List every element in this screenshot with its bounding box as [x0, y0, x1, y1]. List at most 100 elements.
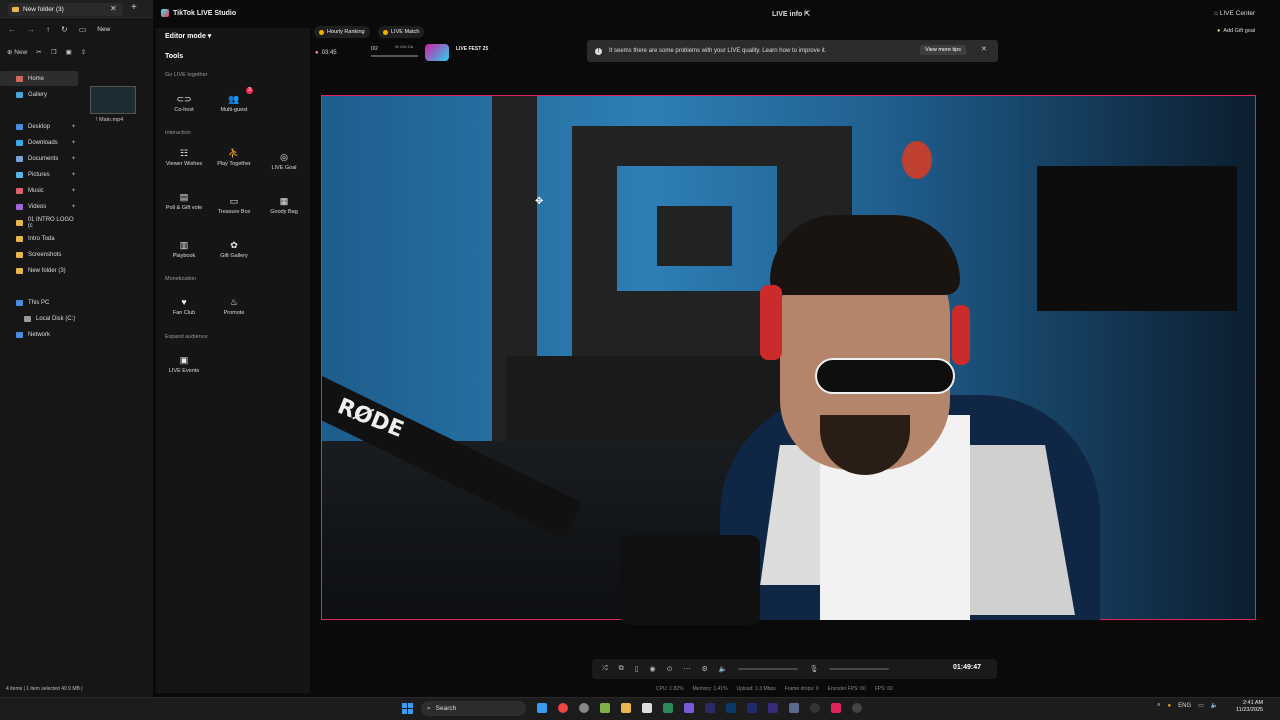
goody-bag-button[interactable]: ▦ Goody Bag	[261, 196, 307, 216]
mic-volume-slider[interactable]	[829, 668, 890, 670]
transition-icon[interactable]: ⤮	[602, 665, 608, 673]
hourly-ranking-pill[interactable]: Hourly Ranking	[314, 26, 370, 38]
forward-icon[interactable]: →	[27, 25, 35, 34]
paste-icon[interactable]: ▣	[66, 48, 72, 56]
back-icon[interactable]: ←	[8, 25, 16, 34]
refresh-icon[interactable]: ↻	[61, 25, 68, 34]
play-together-button[interactable]: ⛹ Play Together	[211, 148, 257, 168]
record-icon[interactable]: ◉	[649, 665, 655, 673]
taskbar-clock[interactable]: 2:41 AM 11/23/2025	[1236, 700, 1263, 714]
taskbar-search[interactable]: ⌕ Search	[421, 701, 526, 716]
volume-icon[interactable]: 🔈	[1211, 702, 1218, 709]
gift-gallery-button[interactable]: ✿ Gift Gallery	[211, 240, 257, 260]
close-tab-icon[interactable]: ✕	[110, 4, 117, 13]
pin-icon: ✦	[70, 204, 76, 210]
sidebar-item-label: Documents	[28, 155, 59, 162]
video-thumbnail[interactable]	[90, 86, 136, 114]
cut-icon[interactable]: ✂	[36, 48, 41, 56]
playbook-label: Playbook	[172, 253, 196, 260]
phone-icon[interactable]: ▯	[635, 665, 639, 673]
treasure-box-button[interactable]: ▭ Treasure Box	[211, 196, 257, 216]
add-gift-goal-button[interactable]: ● Add Gift goal	[1217, 28, 1255, 34]
playbook-button[interactable]: ▥ Playbook	[161, 240, 207, 260]
sidebar-item[interactable]: Home	[0, 71, 78, 86]
fan-club-button[interactable]: ♥ Fan Club	[161, 297, 207, 317]
explorer-tab[interactable]: New folder (3)	[8, 3, 123, 16]
sidebar-item-label: Videos	[28, 203, 47, 210]
sidebar-item[interactable]: 01 INTRO LOGO (c	[0, 215, 78, 230]
live-center-button[interactable]: ⌂ LIVE Center	[1214, 10, 1255, 17]
close-icon[interactable]: ✕	[981, 45, 987, 53]
sidebar-item[interactable]: Screenshots	[0, 247, 78, 262]
monitor-icon[interactable]: ▭	[79, 25, 87, 34]
scene-icon[interactable]: ⧉	[619, 665, 624, 673]
poll-button[interactable]: ▤ Poll & Gift vote	[161, 192, 207, 212]
replay-icon[interactable]: ⊙	[667, 665, 673, 673]
fan-club-label: Fan Club	[172, 310, 196, 317]
editor-mode-dropdown[interactable]: Editor mode ▾	[165, 32, 211, 40]
timer: 03:45	[321, 50, 337, 56]
excel-icon[interactable]	[663, 703, 673, 713]
sidebar-item[interactable]: Music ✦	[0, 183, 78, 198]
sidebar-item[interactable]: Intro Toda	[0, 231, 78, 246]
file-name[interactable]: ! Main.mp4	[96, 117, 123, 123]
vectorworks-icon[interactable]	[600, 703, 610, 713]
sidebar-item[interactable]: Downloads ✦	[0, 135, 78, 150]
share-icon[interactable]: ⇪	[81, 48, 86, 56]
premiere-icon[interactable]	[705, 703, 715, 713]
sidebar-item[interactable]: Gallery	[0, 87, 78, 102]
speaker-icon[interactable]: 🔈	[719, 665, 728, 673]
mic-icon[interactable]: 🎙	[809, 665, 818, 673]
teams-icon[interactable]	[684, 703, 694, 713]
live-match-pill[interactable]: LIVE Match	[378, 26, 425, 38]
player-icon[interactable]	[852, 703, 862, 713]
view-more-tips-button[interactable]: View more tips	[920, 45, 966, 55]
multiguest-button[interactable]: 👥 Multi-guest	[211, 94, 257, 114]
mic-tray-icon[interactable]: ●	[1168, 703, 1172, 709]
folder-icon[interactable]	[621, 703, 631, 713]
viewer-wishes-button[interactable]: ☷ Viewer Wishes	[161, 148, 207, 168]
fest-logo[interactable]	[425, 44, 449, 61]
sidebar-item[interactable]: Videos ✦	[0, 199, 78, 214]
more-icon[interactable]: ⋯	[683, 665, 690, 673]
sidebar-item[interactable]: This PC	[0, 295, 78, 310]
photoshop-icon[interactable]	[726, 703, 736, 713]
notepad-icon[interactable]	[642, 703, 652, 713]
capcut-icon[interactable]	[810, 703, 820, 713]
sidebar-item-label: Desktop	[28, 123, 51, 130]
promote-button[interactable]: ♨ Promote	[211, 297, 257, 317]
mixer-icon[interactable]: ⚙	[701, 665, 707, 673]
explorer-tab-bar: New folder (3) ✕ +	[0, 0, 153, 18]
new-tab-icon[interactable]: +	[131, 2, 137, 13]
sidebar-item[interactable]: Pictures ✦	[0, 167, 78, 182]
new-button[interactable]: ⊕ New	[7, 48, 27, 56]
sidebar-item[interactable]: Desktop ✦	[0, 119, 78, 134]
sidebar-item[interactable]: Network	[0, 327, 78, 342]
sidebar-item[interactable]: Local Disk (C:)	[0, 311, 78, 326]
input-language[interactable]: ENG	[1178, 703, 1191, 709]
media-icon[interactable]	[768, 703, 778, 713]
breadcrumb[interactable]: New	[97, 26, 110, 33]
live-goal-button[interactable]: ◎ LIVE Goal	[261, 152, 307, 172]
sidebar-item-label: Downloads	[28, 139, 58, 146]
media-encoder-icon[interactable]	[747, 703, 757, 713]
app-icon[interactable]	[537, 703, 547, 713]
sidebar-item-icon	[16, 75, 23, 82]
tiktok-studio-icon[interactable]	[831, 703, 841, 713]
sidebar-item[interactable]: Documents ✦	[0, 151, 78, 166]
sidebar-item-label: This PC	[28, 299, 50, 306]
live-info-button[interactable]: LIVE info ⇱	[772, 10, 810, 18]
copy-icon[interactable]: ❐	[51, 48, 57, 56]
sidebar-item[interactable]: New folder (3)	[0, 263, 78, 278]
live-events-button[interactable]: ▣ LIVE Events	[161, 355, 207, 375]
chevron-up-icon[interactable]: ˄	[1157, 703, 1161, 709]
discord-icon[interactable]	[789, 703, 799, 713]
start-button[interactable]	[402, 703, 413, 714]
chrome-icon[interactable]	[558, 703, 568, 713]
cohost-button[interactable]: ⊂⊃ Co-host	[161, 94, 207, 114]
treasure-box-label: Treasure Box	[217, 209, 251, 216]
speaker-volume-slider[interactable]	[738, 668, 799, 670]
network-icon[interactable]: ▭	[1198, 702, 1204, 709]
up-icon[interactable]: ↑	[46, 25, 50, 34]
obs-icon[interactable]	[579, 703, 589, 713]
